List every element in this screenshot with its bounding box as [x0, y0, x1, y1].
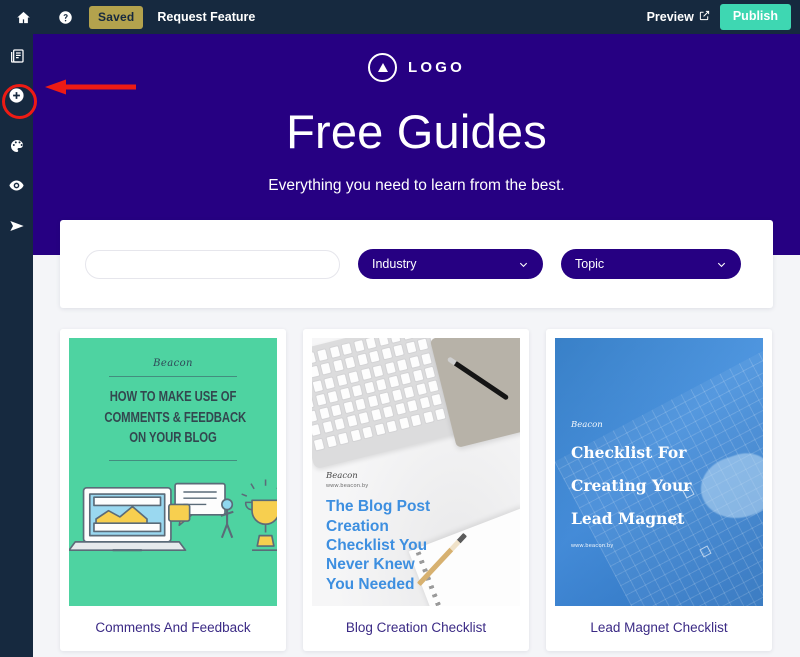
send-icon — [9, 218, 25, 239]
page-title: Free Guides — [286, 105, 547, 158]
guide-card-title: Comments And Feedback — [95, 620, 251, 635]
cover-brand: Beacon — [326, 471, 358, 482]
cover-brand: Beacon — [571, 420, 603, 430]
cover-headline-line: Lead Magnet — [571, 509, 685, 529]
industry-dropdown[interactable]: Industry — [358, 249, 543, 279]
page-subtitle: Everything you need to learn from the be… — [268, 177, 565, 194]
guides-grid: Beacon HOW TO MAKE USE OF COMMENTS & FEE… — [60, 329, 773, 651]
rail-item-pages[interactable] — [5, 46, 29, 70]
guide-card[interactable]: Beacon HOW TO MAKE USE OF COMMENTS & FEE… — [60, 329, 286, 651]
divider — [109, 376, 237, 377]
rail-item-publish[interactable] — [5, 216, 29, 240]
cover-text-block: Beacon www.beacon.by The Blog Post Creat… — [326, 471, 506, 594]
cover-headline-line: HOW TO MAKE USE OF — [109, 389, 237, 405]
publish-button[interactable]: Publish — [719, 4, 791, 30]
logo-text: LOGO — [408, 59, 465, 76]
top-bar-actions: Preview Publish — [647, 4, 791, 30]
cover-headline-line: The Blog Post — [326, 498, 431, 516]
left-rail — [0, 34, 37, 657]
eye-icon — [8, 177, 25, 199]
search-input[interactable] — [85, 249, 340, 279]
guide-card-title: Blog Creation Checklist — [345, 620, 487, 635]
rail-item-add[interactable] — [2, 83, 37, 119]
pages-icon — [9, 48, 25, 69]
guide-cover-comments: Beacon HOW TO MAKE USE OF COMMENTS & FEE… — [69, 338, 277, 606]
preview-button[interactable]: Preview — [647, 10, 710, 24]
topic-dropdown-label: Topic — [575, 257, 605, 271]
guide-card-title: Lead Magnet Checklist — [590, 620, 728, 635]
add-icon — [8, 87, 25, 109]
chevron-down-icon — [716, 259, 727, 270]
palette-icon — [9, 138, 25, 159]
guide-cover-blog-checklist: Beacon www.beacon.by The Blog Post Creat… — [312, 338, 520, 606]
cover-headline-line: Checklist For — [571, 443, 687, 462]
logo-circle-triangle-icon — [368, 53, 398, 82]
site-logo[interactable]: LOGO — [33, 34, 800, 82]
cover-headline-line: Never Knew — [326, 556, 415, 574]
home-icon[interactable] — [9, 3, 37, 31]
divider — [109, 459, 237, 461]
cover-url: www.beacon.by — [326, 483, 369, 490]
guide-cover-lead-magnet: Beacon Checklist For Creating Your Lead … — [555, 338, 763, 606]
page-canvas: LOGO Free Guides Everything you need to … — [33, 34, 800, 657]
chevron-down-icon — [518, 259, 529, 270]
cover-text-block: Beacon Checklist For Creating Your Lead … — [571, 420, 749, 549]
rail-item-preview[interactable] — [5, 176, 29, 200]
topic-dropdown[interactable]: Topic — [561, 249, 741, 279]
status-badge: Saved — [89, 5, 144, 29]
cover-headline-line: You Needed — [326, 575, 415, 593]
help-circle-icon[interactable] — [51, 3, 79, 31]
editor-window: Saved Request Feature Preview Publish LO… — [0, 0, 800, 657]
cover-headline-line: Creating Your — [571, 476, 692, 496]
guide-card[interactable]: Beacon www.beacon.by The Blog Post Creat… — [303, 329, 529, 651]
request-feature-link[interactable]: Request Feature — [157, 10, 255, 24]
laptop-trophy-illustration — [69, 479, 277, 552]
cover-headline-line: Checklist You — [326, 536, 428, 554]
guide-card[interactable]: Beacon Checklist For Creating Your Lead … — [546, 329, 772, 651]
external-link-icon — [699, 10, 710, 24]
top-bar: Saved Request Feature Preview Publish — [0, 0, 800, 34]
preview-label: Preview — [646, 10, 694, 24]
cover-headline-line: ON YOUR BLOG — [129, 430, 217, 447]
cover-headline-line: COMMENTS & FEEDBACK — [104, 409, 247, 426]
filter-bar: Industry Topic — [60, 220, 773, 308]
industry-dropdown-label: Industry — [372, 257, 417, 271]
cover-headline-line: Creation — [326, 517, 389, 535]
cover-url: www.beacon.by — [571, 543, 614, 550]
cover-brand: Beacon — [153, 358, 193, 369]
rail-item-design[interactable] — [5, 136, 29, 160]
